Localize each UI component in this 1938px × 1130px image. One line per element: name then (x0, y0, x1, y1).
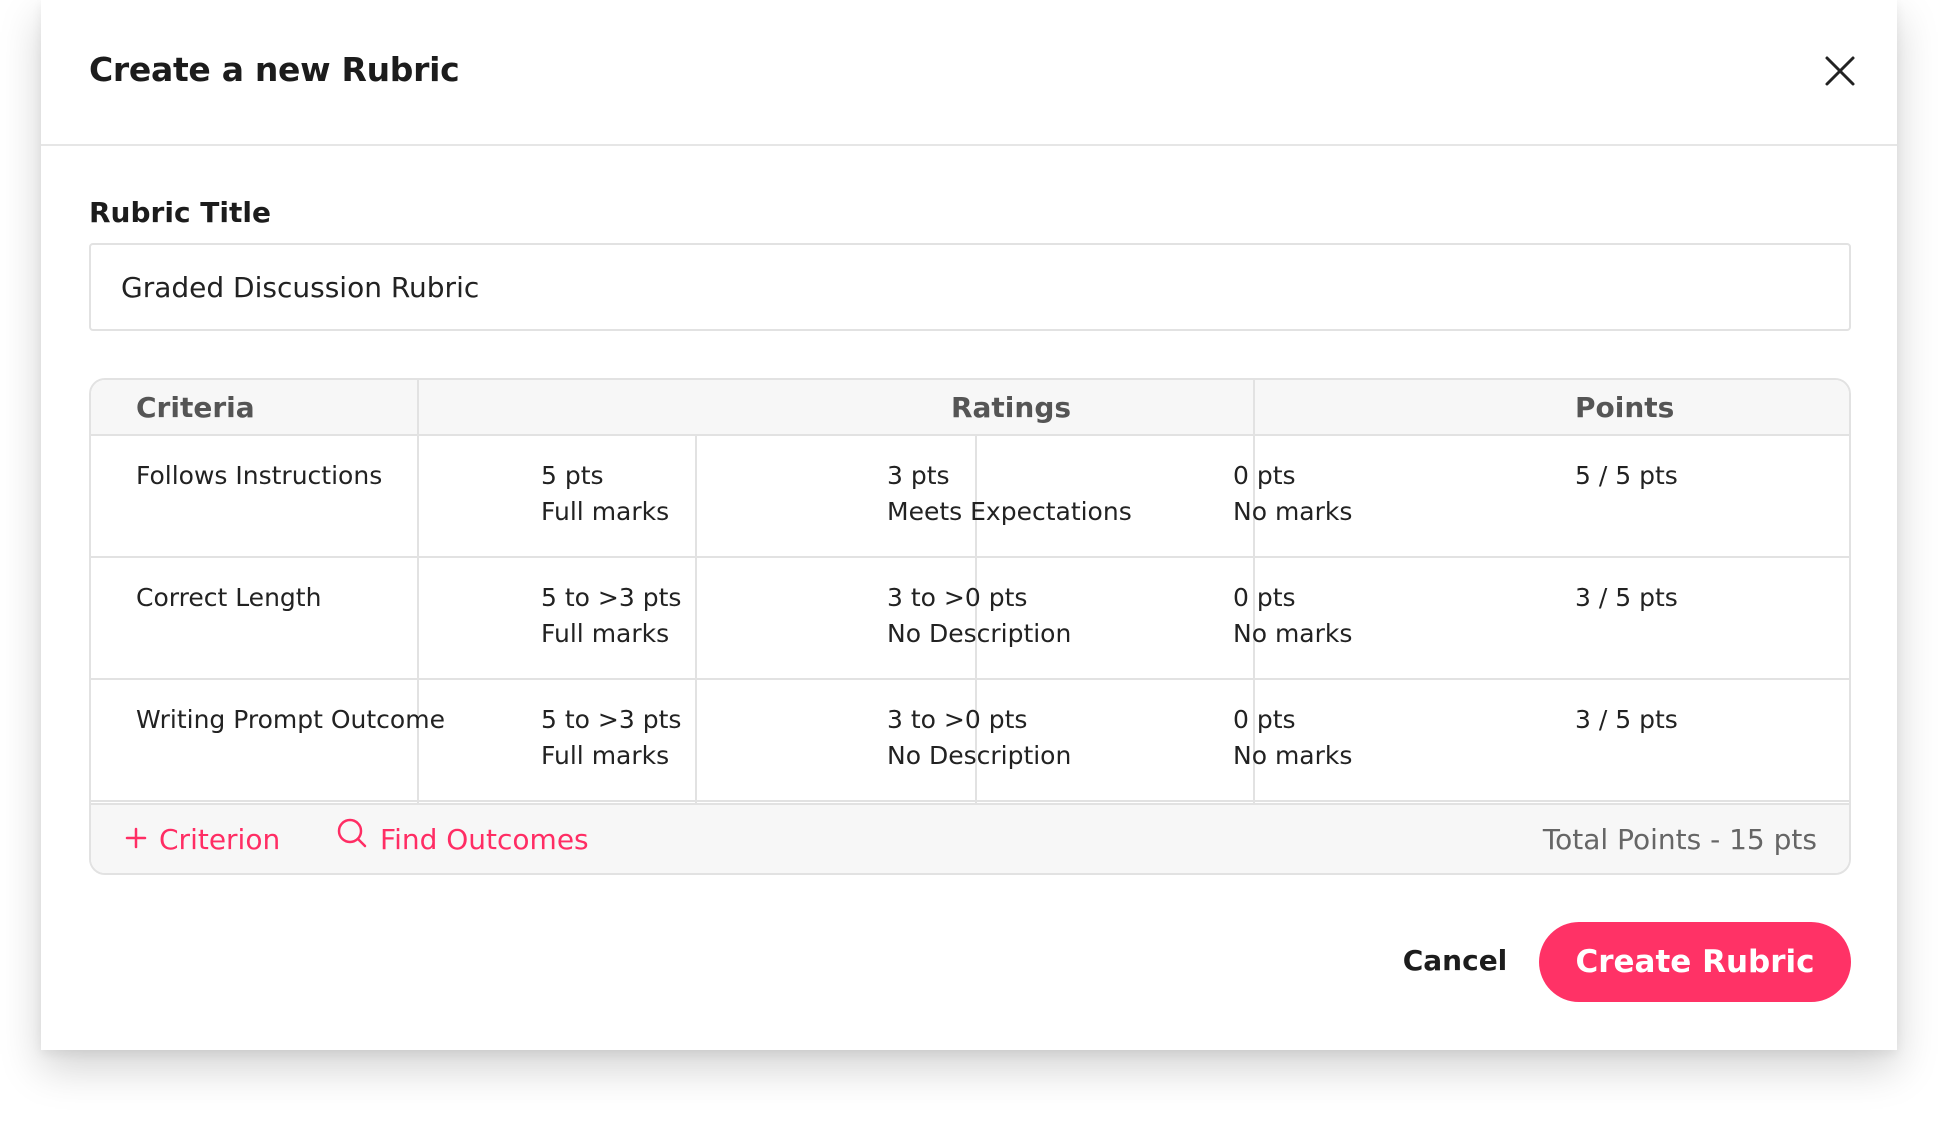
rating-cell[interactable]: 5 to >3 pts Full marks (541, 702, 681, 774)
rating-cell[interactable]: 0 pts No marks (1233, 702, 1352, 774)
rating-points: 0 pts (1233, 461, 1296, 490)
rating-points: 0 pts (1233, 705, 1296, 734)
header-points: Points (1575, 391, 1675, 424)
table-header: Criteria Ratings Points (91, 380, 1849, 436)
header-criteria: Criteria (136, 391, 255, 424)
rating-cell[interactable]: 5 pts Full marks (541, 458, 669, 530)
total-points: Total Points - 15 pts (1542, 823, 1817, 856)
modal-title: Create a new Rubric (89, 50, 460, 89)
rating-description: No Description (887, 619, 1072, 648)
table-footer: Criterion Find Outcomes Total Points - 1… (91, 803, 1849, 873)
rating-points: 5 to >3 pts (541, 705, 682, 734)
criterion-points: 5 / 5 pts (1575, 461, 1678, 490)
rating-description: Full marks (541, 619, 670, 648)
rating-description: No marks (1233, 741, 1353, 770)
rating-description: No Description (887, 741, 1072, 770)
header-ratings: Ratings (950, 391, 1072, 424)
table-row: Writing Prompt Outcome 5 to >3 pts Full … (91, 680, 1849, 802)
close-icon[interactable] (1819, 50, 1861, 92)
rubric-title-input[interactable] (89, 243, 1851, 331)
criterion-name: Correct Length (136, 583, 322, 612)
rating-points: 3 pts (887, 461, 950, 490)
rating-description: Full marks (541, 497, 670, 526)
create-rubric-modal: Create a new Rubric Rubric Title Criteri… (41, 0, 1897, 1050)
find-outcomes-button[interactable]: Find Outcomes (336, 805, 589, 873)
rating-cell[interactable]: 3 to >0 pts No Description (887, 702, 1071, 774)
rating-points: 3 to >0 pts (887, 583, 1028, 612)
rating-cell[interactable]: 0 pts No marks (1233, 458, 1352, 530)
criterion-points: 3 / 5 pts (1575, 705, 1678, 734)
find-outcomes-label: Find Outcomes (380, 823, 589, 856)
rating-points: 5 to >3 pts (541, 583, 682, 612)
rating-cell[interactable]: 5 to >3 pts Full marks (541, 580, 681, 652)
rating-points: 3 to >0 pts (887, 705, 1028, 734)
rating-description: No marks (1233, 497, 1353, 526)
table-row: Follows Instructions 5 pts Full marks 3 … (91, 436, 1849, 558)
rating-description: Full marks (541, 741, 670, 770)
modal-header: Create a new Rubric (41, 0, 1897, 146)
rating-points: 0 pts (1233, 583, 1296, 612)
plus-icon (125, 805, 147, 873)
rating-description: Meets Expectations (887, 497, 1132, 526)
criterion-name: Writing Prompt Outcome (136, 705, 445, 734)
rating-description: No marks (1233, 619, 1353, 648)
rating-points: 5 pts (541, 461, 604, 490)
rating-cell[interactable]: 3 to >0 pts No Description (887, 580, 1071, 652)
rating-cell[interactable]: 0 pts No marks (1233, 580, 1352, 652)
rubric-table: Criteria Ratings Points Follows Instruct… (89, 378, 1851, 875)
rubric-title-label: Rubric Title (89, 196, 271, 229)
criterion-points: 3 / 5 pts (1575, 583, 1678, 612)
add-criterion-button[interactable]: Criterion (125, 805, 281, 873)
table-row: Correct Length 5 to >3 pts Full marks 3 … (91, 558, 1849, 680)
rating-cell[interactable]: 3 pts Meets Expectations (887, 458, 1132, 530)
search-icon (336, 805, 368, 873)
add-criterion-label: Criterion (159, 823, 281, 856)
create-rubric-button[interactable]: Create Rubric (1539, 922, 1851, 1002)
criterion-name: Follows Instructions (136, 461, 383, 490)
cancel-button[interactable]: Cancel (1395, 920, 1515, 1000)
